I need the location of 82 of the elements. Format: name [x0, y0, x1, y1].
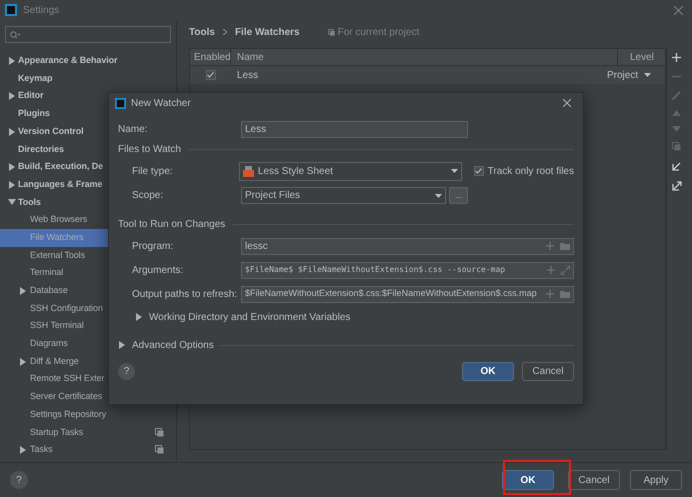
- disclosure-toggle[interactable]: Working Directory and Environment Variables: [118, 306, 574, 328]
- field-label: File type:: [132, 164, 174, 178]
- add-icon[interactable]: [672, 53, 681, 62]
- collapsed-arrow-icon[interactable]: [135, 313, 143, 321]
- tree-item-label: File Watchers: [30, 230, 84, 244]
- checkbox[interactable]: [206, 70, 216, 80]
- browse-button[interactable]: ...: [449, 187, 468, 204]
- tree-item-label: Diff & Merge: [30, 354, 79, 368]
- file-type-select[interactable]: Less Style Sheet: [238, 162, 462, 180]
- collapsed-arrow-icon[interactable]: [8, 92, 16, 100]
- field-label: Name:: [118, 122, 148, 136]
- collapsed-arrow-icon[interactable]: [19, 358, 27, 366]
- highlight-box: [503, 460, 571, 495]
- collapsed-arrow-icon[interactable]: [8, 180, 16, 189]
- search-icon: [10, 30, 20, 38]
- column-header[interactable]: Level: [617, 49, 665, 65]
- scope-select[interactable]: Project Files: [241, 187, 446, 204]
- tree-item[interactable]: Keymap: [0, 70, 176, 88]
- tree-item-label: Plugins: [18, 107, 50, 120]
- stylesheet-icon: [242, 166, 254, 176]
- tree-item[interactable]: Settings Repository: [0, 406, 176, 424]
- collapsed-arrow-icon[interactable]: [19, 446, 27, 454]
- close-icon[interactable]: [674, 6, 683, 14]
- column-header[interactable]: Name: [231, 49, 617, 65]
- close-icon[interactable]: [563, 99, 571, 107]
- tree-item-label: Database: [30, 284, 68, 298]
- cancel-button[interactable]: Cancel: [522, 362, 574, 381]
- collapsed-arrow-icon[interactable]: [8, 56, 16, 65]
- checkbox-label: Track only root files: [488, 164, 574, 178]
- dropdown-arrow-icon: [435, 194, 442, 198]
- column-header[interactable]: Enabled: [190, 49, 231, 65]
- tree-item[interactable]: Appearance & Behavior: [0, 52, 176, 70]
- ok-button[interactable]: OK: [502, 470, 554, 490]
- tree-item-label: Startup Tasks: [30, 426, 84, 439]
- table-cell-text: Project: [607, 68, 638, 82]
- dialog-button[interactable]: Cancel: [568, 470, 620, 490]
- help-button[interactable]: ?: [118, 363, 135, 380]
- tree-item-label: Tasks: [30, 443, 53, 456]
- breadcrumb-item: Tools: [189, 26, 215, 40]
- field-label: Scope:: [132, 189, 164, 203]
- field-label: Output paths to refresh:: [132, 288, 238, 302]
- dialog-title: New Watcher: [131, 96, 191, 110]
- collapsed-arrow-icon[interactable]: [8, 128, 16, 136]
- app-logo-icon: [5, 4, 17, 16]
- tree-item-label: Version Control: [18, 124, 84, 138]
- tree-item-label: Appearance & Behavior: [18, 54, 118, 68]
- table-cell-text: Less: [236, 68, 260, 82]
- tree-item-label: Languages & Frame: [18, 178, 102, 191]
- ok-button[interactable]: OK: [462, 362, 514, 381]
- dialog-button[interactable]: Apply: [630, 470, 682, 490]
- tree-item[interactable]: Tasks: [0, 441, 176, 459]
- tree-item-label: Keymap: [18, 72, 52, 85]
- collapsed-arrow-icon[interactable]: [8, 162, 16, 171]
- help-button[interactable]: ?: [10, 471, 28, 489]
- expanded-arrow-icon[interactable]: [8, 198, 16, 206]
- copy-icon: [328, 28, 335, 36]
- name-field[interactable]: Less: [241, 120, 468, 138]
- tree-item-label: Build, Execution, De: [18, 160, 104, 174]
- dropdown-arrow-icon[interactable]: [644, 73, 652, 77]
- table-row[interactable]: Less Project: [190, 66, 665, 84]
- collapsed-arrow-icon[interactable]: [19, 286, 27, 295]
- collapsed-arrow-icon[interactable]: [118, 341, 126, 349]
- search-field[interactable]: [5, 26, 171, 43]
- scope-note: For current project: [338, 26, 420, 40]
- checkbox[interactable]: [474, 166, 484, 176]
- tree-item-label: Remote SSH Exter: [30, 372, 104, 386]
- chevron-right-icon: [222, 29, 227, 35]
- window-title: Settings: [23, 4, 60, 18]
- field-label: Arguments:: [132, 264, 184, 278]
- import-icon[interactable]: [672, 161, 682, 171]
- app-logo-icon: [115, 98, 126, 108]
- tree-item-label: Server Certificates: [30, 390, 102, 404]
- disclosure-toggle[interactable]: Advanced Options: [118, 338, 214, 352]
- section-heading: Tool to Run on Changes: [118, 218, 226, 232]
- breadcrumb-item: File Watchers: [234, 26, 300, 40]
- tree-item-label: Settings Repository: [30, 408, 106, 421]
- tree-item-label: Tools: [18, 196, 41, 209]
- dropdown-arrow-icon: [450, 169, 458, 173]
- section-heading: Files to Watch: [118, 142, 181, 156]
- tree-item[interactable]: Startup Tasks: [0, 423, 176, 442]
- export-icon[interactable]: [672, 181, 682, 191]
- tree-item-label: Editor: [18, 89, 44, 102]
